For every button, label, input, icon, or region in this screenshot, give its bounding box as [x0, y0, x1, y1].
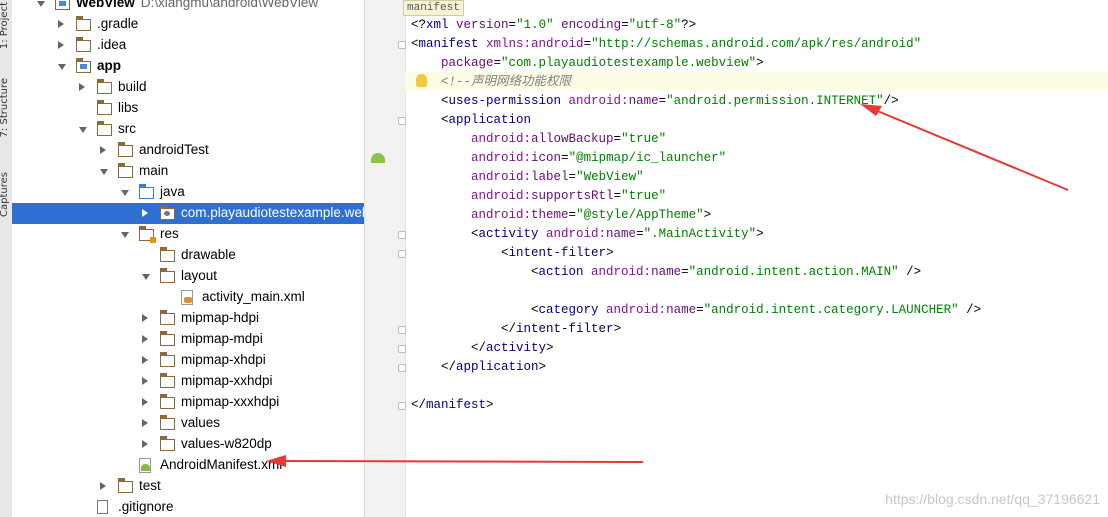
watermark: https://blog.csdn.net/qq_37196621: [885, 491, 1100, 507]
annotation-arrowhead: [266, 455, 286, 467]
annotation-arrow-line: [874, 109, 1069, 191]
annotation-arrowhead: [860, 104, 882, 116]
annotation-arrows: [266, 104, 1069, 467]
annotation-arrow-line: [284, 460, 644, 463]
